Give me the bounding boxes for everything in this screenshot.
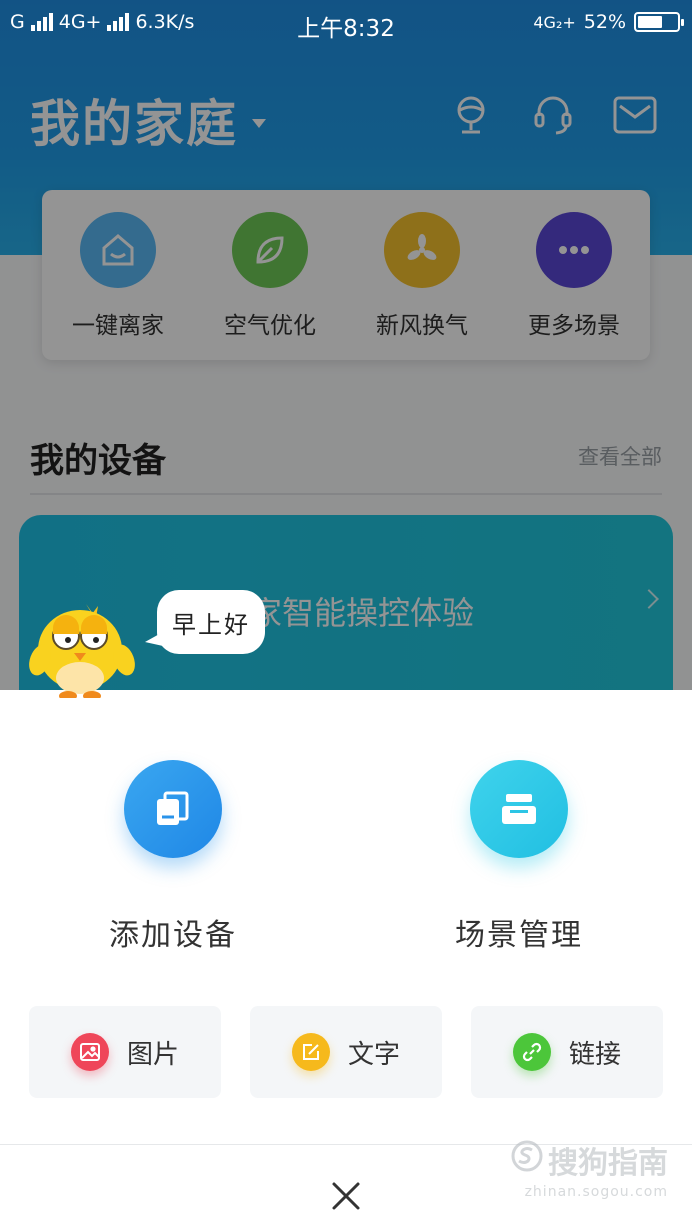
share-text-button[interactable]: 文字 bbox=[250, 1006, 442, 1098]
battery-icon bbox=[634, 12, 684, 32]
share-image-label: 图片 bbox=[126, 1039, 179, 1070]
greeting-bubble: 早上好 bbox=[145, 590, 265, 654]
mascot-chick[interactable] bbox=[28, 598, 138, 701]
add-device-label: 添加设备 bbox=[109, 918, 237, 953]
status-bar: G 4G+ 6.3K/s 上午8:32 4G₂+ 52% bbox=[0, 0, 692, 48]
network-type-right: 4G₂+ bbox=[533, 12, 576, 32]
sogou-logo-icon bbox=[510, 1139, 544, 1181]
close-icon[interactable] bbox=[326, 1176, 366, 1216]
edit-icon bbox=[291, 1033, 330, 1071]
share-link-label: 链接 bbox=[568, 1039, 621, 1070]
watermark-text: 搜狗指南 bbox=[548, 1146, 668, 1181]
image-icon bbox=[70, 1033, 109, 1071]
add-device-icon bbox=[124, 760, 222, 858]
scene-manage-button[interactable]: 场景管理 bbox=[419, 760, 619, 954]
action-sheet: 添加设备 场景管理 图片 文字 链接 搜狗指南 zhinan.sogou.com bbox=[0, 690, 692, 1230]
watermark: 搜狗指南 zhinan.sogou.com bbox=[510, 1138, 668, 1200]
scene-manage-label: 场景管理 bbox=[455, 918, 583, 953]
share-text-label: 文字 bbox=[347, 1039, 400, 1070]
add-device-button[interactable]: 添加设备 bbox=[73, 760, 273, 954]
watermark-url: zhinan.sogou.com bbox=[524, 1184, 668, 1200]
home-screen-background: 我的家庭 一键离家 空气优化 新风换气 更多场景 我的设备 查看全部 家智能操控… bbox=[0, 0, 692, 690]
share-link-button[interactable]: 链接 bbox=[471, 1006, 663, 1098]
share-image-button[interactable]: 图片 bbox=[29, 1006, 221, 1098]
battery-percent: 52% bbox=[583, 11, 626, 33]
scene-manage-icon bbox=[470, 760, 568, 858]
link-icon bbox=[512, 1033, 551, 1071]
modal-dim-overlay[interactable] bbox=[0, 0, 692, 690]
